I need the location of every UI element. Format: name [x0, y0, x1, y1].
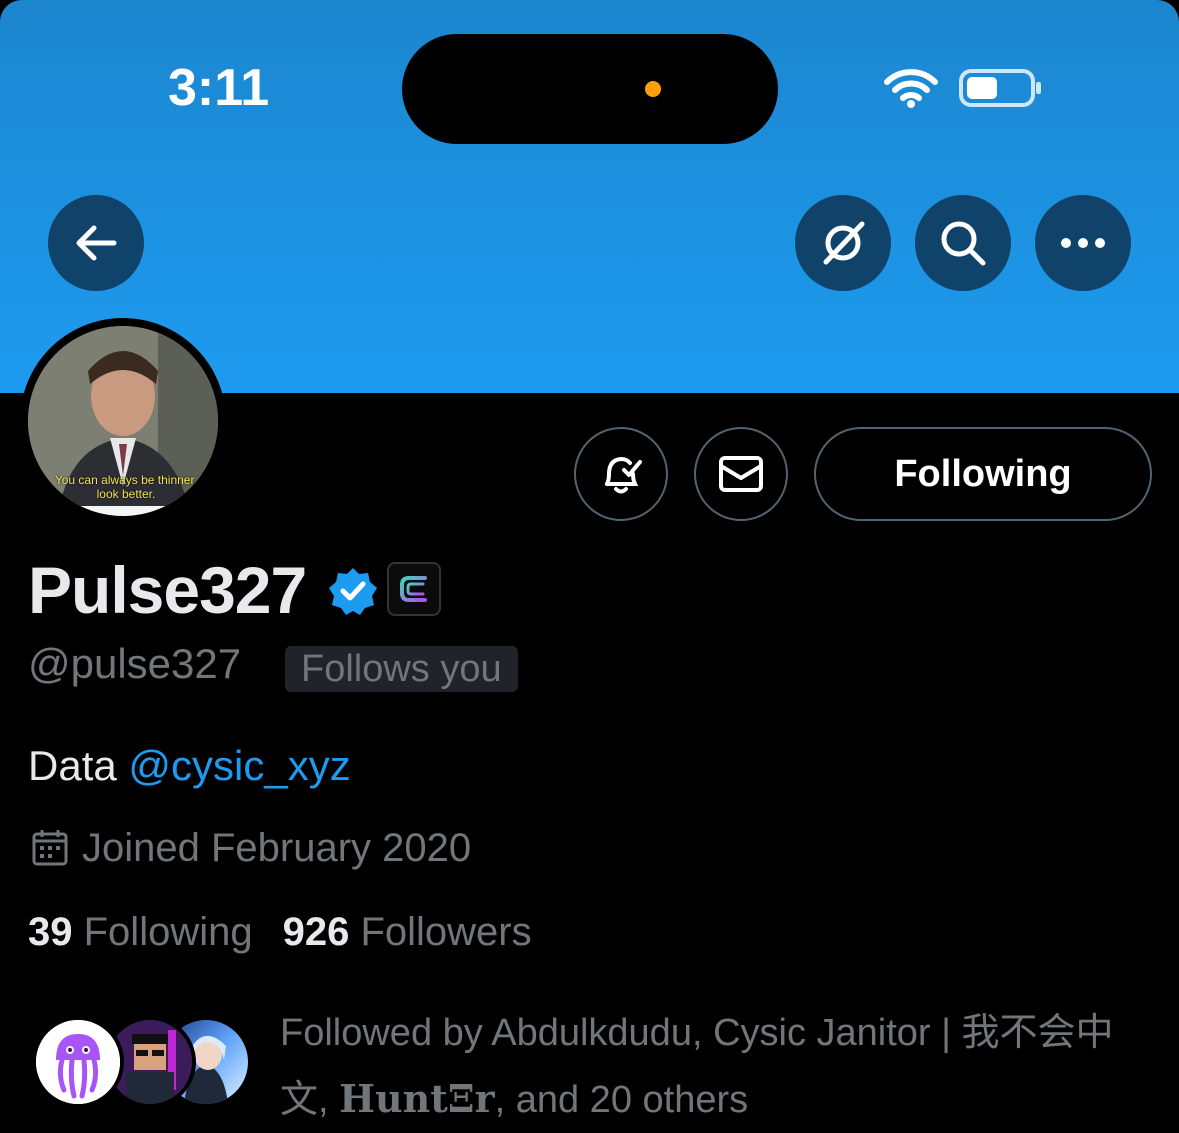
- followed-by-text[interactable]: Followed by Abdulkdudu, Cysic Janitor | …: [280, 1000, 1160, 1133]
- affiliate-badge[interactable]: [387, 562, 441, 616]
- more-icon: [1061, 238, 1105, 248]
- envelope-icon: [719, 456, 763, 492]
- back-arrow-icon: [76, 225, 117, 261]
- battery-icon: [959, 69, 1041, 107]
- followers-count: 926: [282, 910, 350, 954]
- jellyfish-avatar-image: [36, 1020, 120, 1104]
- followed-by-styled-name: HuntΞr: [339, 1076, 495, 1121]
- follower-avatar-1: [32, 1016, 124, 1108]
- grok-button[interactable]: [795, 195, 891, 291]
- following-stat[interactable]: 39 Following: [28, 910, 253, 954]
- bell-check-icon: [605, 456, 642, 494]
- handle: @pulse327: [28, 640, 242, 687]
- back-button[interactable]: [48, 195, 144, 291]
- privacy-indicator-dot: [645, 81, 661, 97]
- bio-text: Data: [28, 742, 129, 789]
- avatar-image: You can always be thinner, look better.: [28, 326, 218, 516]
- avatar-strip: [28, 506, 218, 516]
- following-count: 39: [28, 910, 73, 954]
- following-button[interactable]: Following: [814, 427, 1152, 521]
- cysic-logo-icon: [400, 576, 427, 602]
- calendar-icon: [32, 830, 68, 866]
- status-time: 3:11: [168, 59, 270, 117]
- display-name: Pulse327: [28, 553, 307, 627]
- profile-avatar[interactable]: You can always be thinner, look better.: [20, 318, 226, 524]
- dynamic-island: [402, 34, 778, 144]
- verified-badge-icon: [329, 568, 377, 615]
- follow-stats: 39 Following 926 Followers: [28, 910, 532, 955]
- followers-label: Followers: [360, 910, 532, 954]
- message-button[interactable]: [694, 427, 788, 521]
- bio-mention-link[interactable]: @cysic_xyz: [128, 742, 350, 789]
- followed-by-suffix: , and 20 others: [494, 1079, 749, 1121]
- joined-date: Joined February 2020: [82, 826, 472, 870]
- avatar-caption: You can always be thinner, look better.: [54, 473, 198, 501]
- search-button[interactable]: [915, 195, 1011, 291]
- following-label: Following: [83, 910, 253, 954]
- search-icon: [941, 221, 986, 266]
- grok-icon: [823, 221, 865, 265]
- follows-you-badge: Follows you: [285, 646, 518, 692]
- bio: Data @cysic_xyz: [28, 742, 351, 790]
- notifications-button[interactable]: [574, 427, 668, 521]
- more-options-button[interactable]: [1035, 195, 1131, 291]
- wifi-icon: [884, 69, 938, 108]
- followers-stat[interactable]: 926 Followers: [283, 910, 532, 954]
